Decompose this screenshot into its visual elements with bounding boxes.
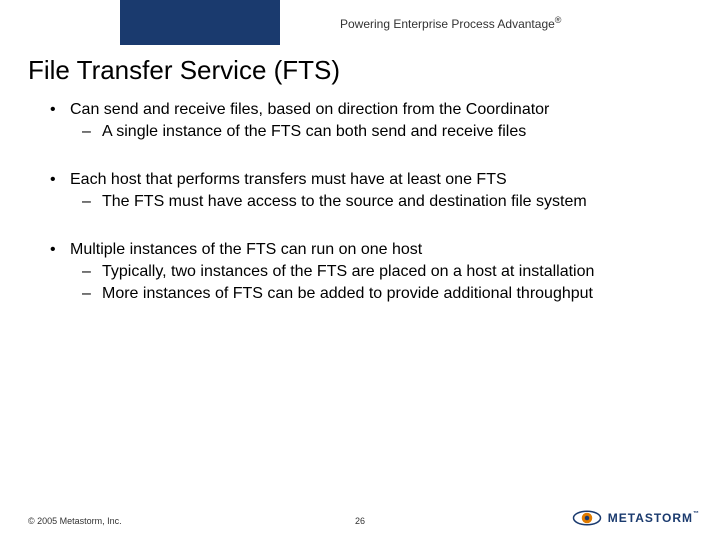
list-item: Can send and receive files, based on dir… [48,100,680,142]
list-subitem: A single instance of the FTS can both se… [70,122,680,142]
header-accent-block [120,0,280,45]
bullet-text: Multiple instances of the FTS can run on… [70,241,422,258]
subbullet-text: More instances of FTS can be added to pr… [102,285,593,302]
list-subitem: More instances of FTS can be added to pr… [70,284,680,304]
logo-text: METASTORM™ [608,511,700,525]
bullet-text: Each host that performs transfers must h… [70,171,507,188]
bullet-list: Can send and receive files, based on dir… [48,100,680,304]
subbullet-text: The FTS must have access to the source a… [102,193,587,210]
tagline-mark: ® [555,15,562,25]
tagline: Powering Enterprise Process Advantage® [340,15,561,31]
brand-logo: METASTORM™ [572,508,700,528]
list-subitem: Typically, two instances of the FTS are … [70,262,680,282]
eye-icon [572,508,602,528]
header-band: Powering Enterprise Process Advantage® [120,0,720,45]
page-number: 26 [355,516,365,526]
list-item: Each host that performs transfers must h… [48,170,680,212]
subbullet-text: A single instance of the FTS can both se… [102,123,526,140]
content-body: Can send and receive files, based on dir… [48,100,680,332]
tagline-text: Powering Enterprise Process Advantage [340,17,555,31]
subbullet-text: Typically, two instances of the FTS are … [102,263,594,280]
list-subitem: The FTS must have access to the source a… [70,192,680,212]
bullet-text: Can send and receive files, based on dir… [70,101,549,118]
logo-tm: ™ [693,511,700,517]
copyright: © 2005 Metastorm, Inc. [28,516,122,526]
list-item: Multiple instances of the FTS can run on… [48,240,680,304]
header-tagline-block: Powering Enterprise Process Advantage® [280,0,720,45]
slide-title: File Transfer Service (FTS) [28,55,340,86]
footer: © 2005 Metastorm, Inc. 26 METASTORM™ [0,500,720,530]
